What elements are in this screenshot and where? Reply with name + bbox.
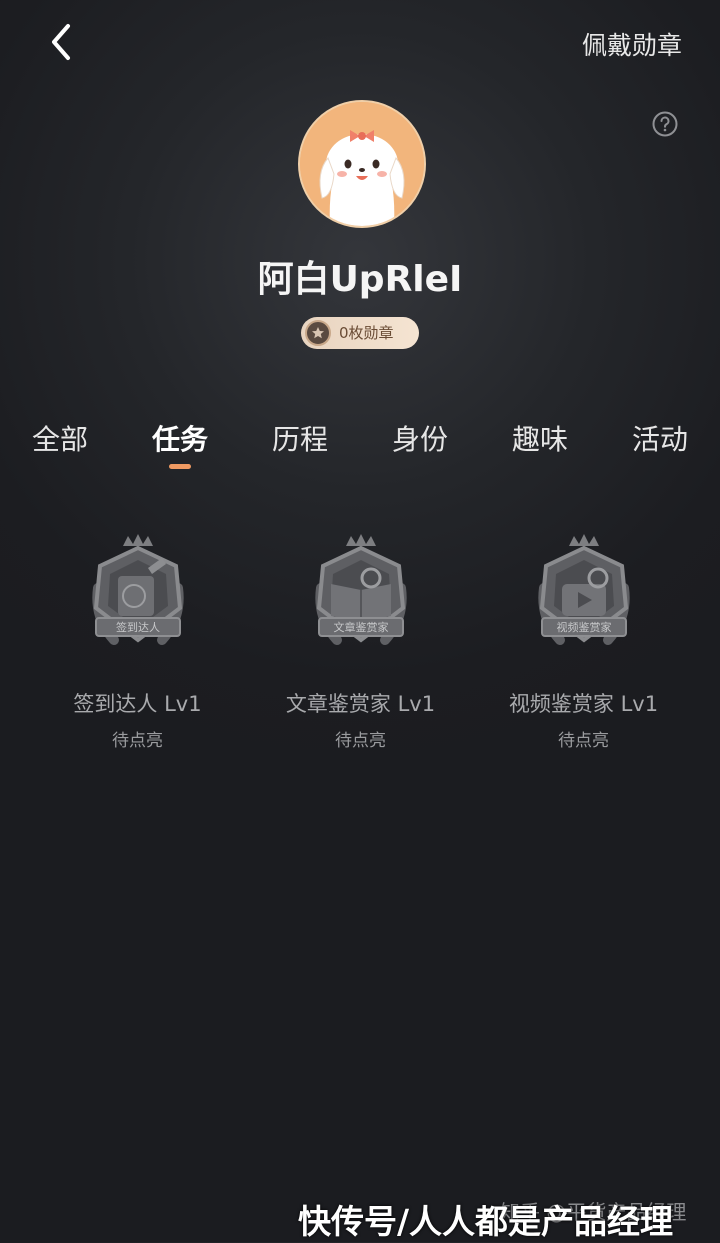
tab-activity[interactable]: 活动 [600, 418, 720, 458]
chevron-left-icon [52, 24, 70, 60]
medal-status: 待点亮 [558, 731, 609, 751]
active-tab-indicator [169, 464, 191, 469]
category-tabs: 全部 任务 历程 身份 趣味 活动 [0, 418, 720, 478]
avatar[interactable] [298, 100, 426, 228]
medal-count-label: 0枚勋章 [339, 324, 394, 342]
dog-avatar-icon [300, 102, 424, 226]
back-button[interactable] [40, 20, 84, 64]
medal-banner-text: 视频鉴赏家 [556, 620, 611, 634]
username: 阿白UpRleI [257, 259, 463, 300]
medal-status: 待点亮 [112, 731, 163, 751]
tab-fun[interactable]: 趣味 [480, 418, 600, 458]
medal-name: 签到达人 Lv1 [73, 692, 202, 716]
sign-in-medal-icon: 签到达人 [91, 534, 184, 645]
medal-name: 视频鉴赏家 Lv1 [508, 692, 659, 716]
tab-journey[interactable]: 历程 [240, 418, 360, 458]
medal-card[interactable]: 视频鉴赏家 视频鉴赏家 Lv1 待点亮 [472, 528, 695, 751]
medal-card[interactable]: 文章鉴赏家 文章鉴赏家 Lv1 待点亮 [249, 528, 472, 751]
medal-banner-text: 签到达人 [116, 620, 160, 634]
medal-count-badge[interactable]: 0枚勋章 [301, 317, 419, 349]
watermark-source: 快传号/人人都是产品经理 [298, 1202, 674, 1241]
article-medal-icon: 文章鉴赏家 [314, 534, 407, 645]
question-circle-icon [652, 111, 678, 137]
tab-tasks[interactable]: 任务 [120, 418, 240, 458]
help-button[interactable] [652, 111, 678, 137]
tab-all[interactable]: 全部 [0, 418, 120, 458]
medal-icon [305, 320, 331, 346]
medal-name: 文章鉴赏家 Lv1 [285, 692, 436, 716]
medal-status: 待点亮 [335, 731, 386, 751]
medal-card[interactable]: 签到达人 签到达人 Lv1 待点亮 [26, 528, 249, 751]
video-medal-icon: 视频鉴赏家 [537, 534, 630, 645]
wear-medal-button[interactable]: 佩戴勋章 [582, 26, 682, 62]
medal-banner-text: 文章鉴赏家 [333, 620, 388, 634]
tab-identity[interactable]: 身份 [360, 418, 480, 458]
